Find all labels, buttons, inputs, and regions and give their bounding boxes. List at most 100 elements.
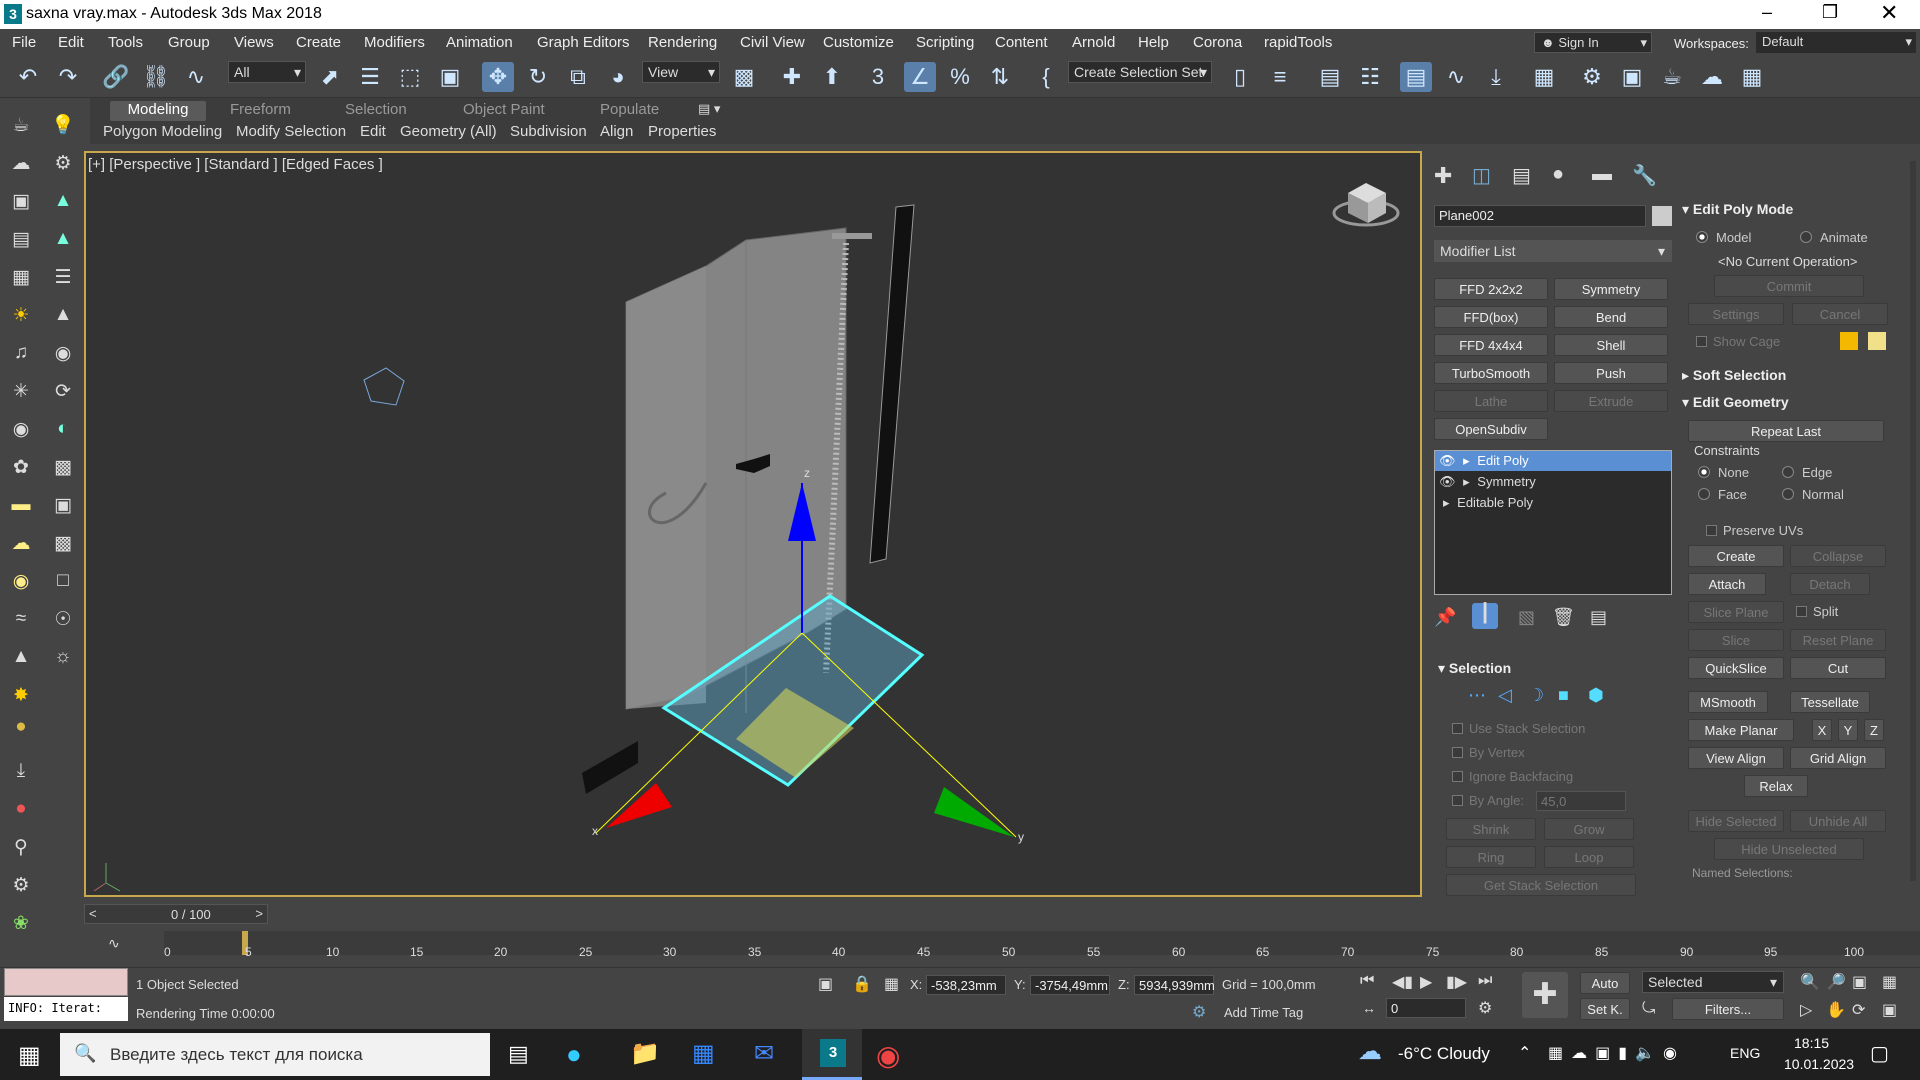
render-iterative-icon[interactable]: ☁ xyxy=(1696,62,1728,92)
object-color-swatch[interactable] xyxy=(1652,206,1672,226)
model-radio[interactable]: Model xyxy=(1696,230,1751,245)
modifier-shell-button[interactable]: Shell xyxy=(1554,334,1668,356)
isolate-icon[interactable]: ▣ xyxy=(818,974,833,994)
pan-icon[interactable]: ✋ xyxy=(1826,1000,1846,1020)
mail-icon[interactable]: ✉ xyxy=(754,1039,774,1068)
subtab-align[interactable]: Align xyxy=(600,123,633,140)
edge-mode-icon[interactable]: ◁ xyxy=(1498,685,1512,706)
particle-icon[interactable]: ✳ xyxy=(8,378,34,404)
y-coordinate-field[interactable]: -3754,49mm xyxy=(1030,975,1110,995)
ignore-backfacing-checkbox[interactable]: Ignore Backfacing xyxy=(1452,769,1573,784)
restore-icon[interactable]: ❐ xyxy=(1822,2,1838,23)
menu-file[interactable]: File xyxy=(12,34,36,51)
prev-frame-icon[interactable]: < xyxy=(89,906,97,921)
sign-in-dropdown[interactable]: ☻ Sign In ▾ xyxy=(1534,32,1652,53)
previous-frame-icon[interactable]: ◀▮ xyxy=(1392,972,1413,992)
unhide-all-button[interactable]: Unhide All xyxy=(1790,810,1886,832)
task-view-icon[interactable]: ▤ xyxy=(508,1041,529,1067)
next-frame-icon[interactable]: > xyxy=(255,906,263,921)
modifier-turbosmooth-button[interactable]: TurboSmooth xyxy=(1434,362,1548,384)
select-manipulate-icon[interactable]: ✚ xyxy=(776,62,808,92)
angle-snap-icon[interactable]: ∠ xyxy=(904,62,936,92)
wave-icon[interactable]: ≈ xyxy=(8,606,34,632)
mirror-icon[interactable]: ▯ xyxy=(1224,62,1256,92)
modifier-bend-button[interactable]: Bend xyxy=(1554,306,1668,328)
tray-icons[interactable]: ▦☁▣▮🔈◉ xyxy=(1548,1043,1685,1063)
weather-icon[interactable]: ☁ xyxy=(1358,1037,1382,1066)
modifier-symmetry-button[interactable]: Symmetry xyxy=(1554,278,1668,300)
constraint-none-radio[interactable]: None xyxy=(1698,465,1749,480)
selection-rollout-title[interactable]: ▾ Selection xyxy=(1438,660,1511,677)
helper-icon[interactable]: ▤ xyxy=(8,226,34,252)
menu-content[interactable]: Content xyxy=(995,34,1048,51)
field-of-view-icon[interactable]: ▷ xyxy=(1800,1000,1812,1020)
material-editor-icon[interactable]: ▦ xyxy=(1528,62,1560,92)
expand-icon[interactable]: ▸ xyxy=(1443,495,1450,510)
subtab-geometry-all[interactable]: Geometry (All) xyxy=(400,123,497,140)
orbit-icon[interactable]: ⟳ xyxy=(1852,1000,1865,1020)
make-planar-button[interactable]: Make Planar xyxy=(1688,719,1794,741)
constraint-face-radio[interactable]: Face xyxy=(1698,487,1747,502)
angle-field[interactable]: 45,0 xyxy=(1536,791,1626,811)
view-align-button[interactable]: View Align xyxy=(1688,747,1784,769)
repeat-last-button[interactable]: Repeat Last xyxy=(1688,420,1884,442)
selection-set-dropdown[interactable]: Create Selection Set ▾ xyxy=(1068,61,1212,83)
star-icon[interactable]: ✸ xyxy=(8,682,34,708)
menu-customize[interactable]: Customize xyxy=(823,34,894,51)
grid-align-button[interactable]: Grid Align xyxy=(1790,747,1886,769)
x-coordinate-field[interactable]: -538,23mm xyxy=(926,975,1006,995)
track-bar[interactable] xyxy=(164,931,1920,955)
eye-icon[interactable]: 👁 xyxy=(1439,474,1456,489)
perspective-viewport[interactable]: x y z xyxy=(84,151,1422,897)
zoom-extents-icon[interactable]: ▣ xyxy=(1852,972,1867,992)
bind-space-warp-icon[interactable]: ∿ xyxy=(180,62,212,92)
snaps-toggle-icon[interactable]: 3 xyxy=(862,62,894,92)
quickslice-button[interactable]: QuickSlice xyxy=(1688,657,1784,679)
menu-corona[interactable]: Corona xyxy=(1193,34,1242,51)
constraint-edge-radio[interactable]: Edge xyxy=(1782,465,1832,480)
attach-button[interactable]: Attach xyxy=(1688,573,1766,595)
add-time-tag-text[interactable]: Add Time Tag xyxy=(1224,1005,1303,1020)
utilities-tab-icon[interactable]: 🔧 xyxy=(1632,163,1657,188)
shape-icon[interactable]: ☁ xyxy=(8,150,34,176)
relax-button[interactable]: Relax xyxy=(1744,775,1808,797)
go-to-end-icon[interactable]: ⏭ xyxy=(1478,972,1492,990)
object-name-field[interactable]: Plane002 xyxy=(1434,205,1646,227)
schematic-view-icon[interactable]: ⤓ xyxy=(1480,62,1512,92)
settings-button[interactable]: Settings xyxy=(1688,303,1784,325)
ribbon-toggle-icon[interactable]: ▤ xyxy=(1400,62,1432,92)
zoom-icon[interactable]: 🔍 xyxy=(1800,972,1820,992)
language-indicator[interactable]: ENG xyxy=(1730,1045,1760,1061)
tessellate-button[interactable]: Tessellate xyxy=(1790,691,1870,713)
play-icon[interactable]: ▶ xyxy=(1420,972,1432,992)
use-stack-selection-checkbox[interactable]: Use Stack Selection xyxy=(1452,721,1585,736)
plane-icon[interactable]: ▬ xyxy=(8,492,34,518)
list-icon[interactable]: ☰ xyxy=(50,264,76,290)
cage-color-swatch-2[interactable] xyxy=(1868,332,1886,350)
animate-radio[interactable]: Animate xyxy=(1800,230,1868,245)
modifier-list-dropdown[interactable]: Modifier List ▾ xyxy=(1434,240,1672,262)
shrink-button[interactable]: Shrink xyxy=(1446,818,1536,840)
move-icon[interactable]: ✥ xyxy=(482,62,514,92)
absolute-mode-icon[interactable]: ▦ xyxy=(884,974,899,994)
show-end-result-icon[interactable]: ┃ xyxy=(1472,603,1498,629)
select-object-icon[interactable]: ⬈ xyxy=(314,62,346,92)
by-angle-checkbox[interactable]: By Angle: xyxy=(1452,793,1524,808)
stack-item-edit-poly[interactable]: 👁 ▸ Edit Poly xyxy=(1435,451,1671,471)
menu-scripting[interactable]: Scripting xyxy=(916,34,974,51)
edit-geometry-title[interactable]: ▾ Edit Geometry xyxy=(1682,394,1789,411)
maximize-viewport-icon[interactable]: ▣ xyxy=(1882,1000,1897,1020)
script-output[interactable]: INFO: Iterat: xyxy=(4,997,128,1021)
link-icon[interactable]: 🔗 xyxy=(100,62,132,92)
tube-icon[interactable]: ● xyxy=(8,796,34,822)
hide-selected-button[interactable]: Hide Selected xyxy=(1688,810,1784,832)
teapot-icon[interactable]: ☕ xyxy=(8,112,34,138)
percent-snap-icon[interactable]: % xyxy=(944,62,976,92)
menu-views[interactable]: Views xyxy=(234,34,274,51)
dome-icon[interactable]: ◐ xyxy=(50,416,76,442)
select-by-name-icon[interactable]: ☰ xyxy=(354,62,386,92)
gold-sphere-icon[interactable]: ● xyxy=(8,714,34,740)
modifier-ffd-2x2x2-button[interactable]: FFD 2x2x2 xyxy=(1434,278,1548,300)
border-mode-icon[interactable]: ☽ xyxy=(1528,685,1544,706)
planar-z-button[interactable]: Z xyxy=(1864,719,1884,741)
